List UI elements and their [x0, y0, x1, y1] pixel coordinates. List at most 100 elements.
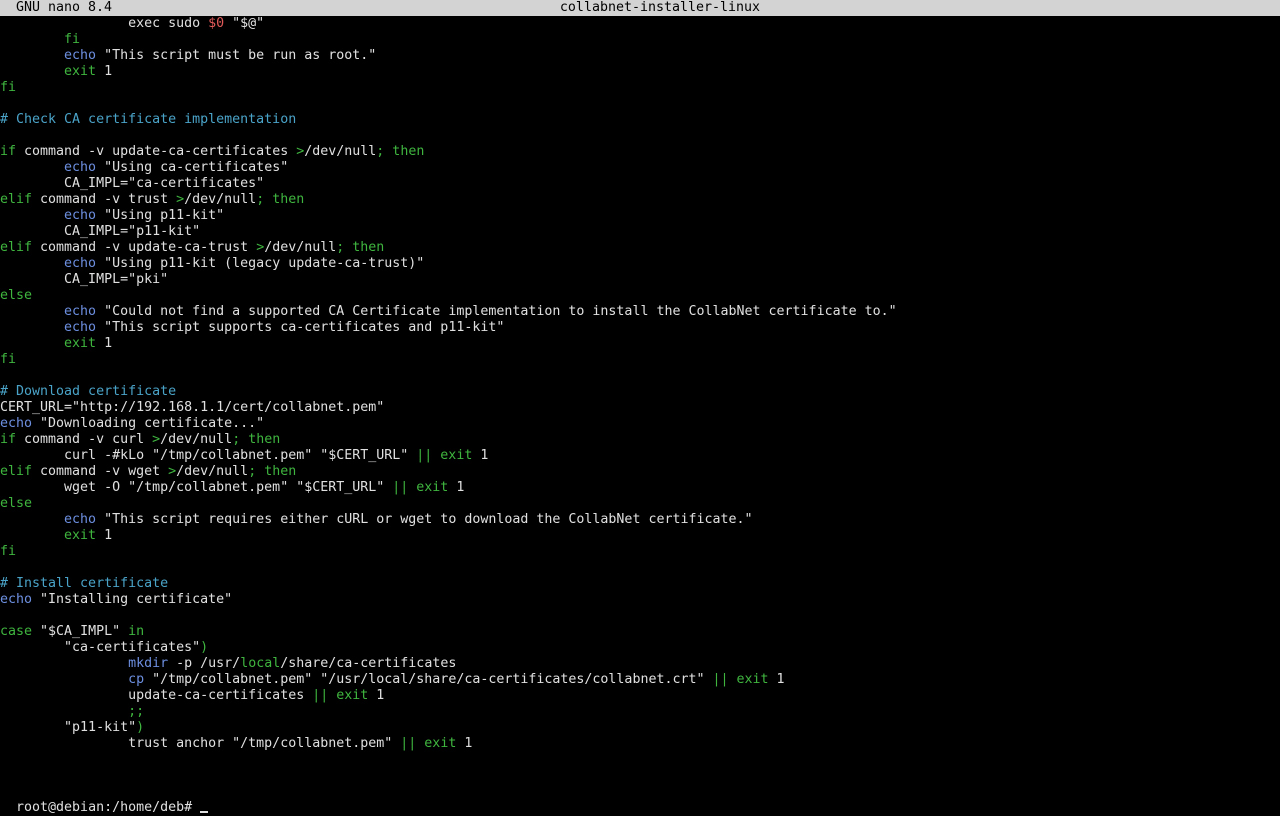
code-token: elif	[0, 464, 33, 479]
code-token: elif	[0, 240, 33, 255]
code-line: cp "/tmp/collabnet.pem" "/usr/local/shar…	[0, 672, 1280, 688]
code-token: exit	[408, 480, 449, 495]
code-token: else	[0, 288, 33, 303]
code-token: /dev/null	[184, 192, 257, 207]
code-token: /dev/null	[304, 144, 377, 159]
code-token: ; then	[376, 144, 425, 159]
code-line: # Install certificate	[0, 576, 1280, 592]
code-token: "/tmp/collabnet.pem" "/usr/local/share/c…	[144, 672, 713, 687]
code-token: 1	[448, 480, 465, 495]
code-line: exit 1	[0, 64, 1280, 80]
file-name-label: collabnet-installer-linux	[559, 0, 761, 15]
code-line: echo "This script must be run as root."	[0, 48, 1280, 64]
code-token: echo	[0, 512, 97, 527]
code-token: CA_IMPL="pki"	[0, 272, 169, 287]
code-token: if	[0, 432, 17, 447]
code-token: /dev/null	[264, 240, 337, 255]
code-line: CA_IMPL="pki"	[0, 272, 1280, 288]
code-token: 1	[96, 528, 113, 543]
code-line: CERT_URL="http://192.168.1.1/cert/collab…	[0, 400, 1280, 416]
code-token: cp	[0, 672, 145, 687]
code-token: 1	[96, 336, 113, 351]
code-token: exit	[416, 736, 457, 751]
code-token: command -v wget	[32, 464, 169, 479]
shell-prompt-line[interactable]: root@debian:/home/deb#	[0, 784, 209, 815]
code-token: ; then	[256, 192, 305, 207]
code-token: "$@"	[224, 16, 265, 31]
code-token: ||	[400, 736, 417, 751]
code-line: exit 1	[0, 336, 1280, 352]
code-line: elif command -v update-ca-trust >/dev/nu…	[0, 240, 1280, 256]
code-token: "p11-kit"	[0, 720, 137, 735]
code-token: 1	[768, 672, 785, 687]
code-token: elif	[0, 192, 33, 207]
code-token: fi	[0, 80, 17, 95]
code-line: exec sudo $0 "$@"	[0, 16, 1280, 32]
code-token: "This script supports ca-certificates an…	[96, 320, 505, 335]
code-token: "ca-certificates"	[0, 640, 201, 655]
code-token: echo	[0, 256, 97, 271]
code-token: ||	[392, 480, 409, 495]
code-token: "$CA_IMPL"	[32, 624, 129, 639]
code-line: elif command -v trust >/dev/null; then	[0, 192, 1280, 208]
code-token: /dev/null	[176, 464, 249, 479]
code-token: trust anchor "/tmp/collabnet.pem"	[0, 736, 401, 751]
code-token: CA_IMPL="p11-kit"	[0, 224, 201, 239]
code-line: exit 1	[0, 528, 1280, 544]
code-token: command -v update-ca-certificates	[16, 144, 297, 159]
code-token: ||	[712, 672, 729, 687]
code-token: )	[200, 640, 209, 655]
code-token: "This script requires either cURL or wge…	[96, 512, 753, 527]
code-line: CA_IMPL="p11-kit"	[0, 224, 1280, 240]
code-line: update-ca-certificates || exit 1	[0, 688, 1280, 704]
code-token: exit	[0, 64, 97, 79]
code-line: if command -v curl >/dev/null; then	[0, 432, 1280, 448]
code-line: elif command -v wget >/dev/null; then	[0, 464, 1280, 480]
code-token: fi	[0, 544, 17, 559]
code-token: /dev/null	[160, 432, 233, 447]
code-token: command -v trust	[32, 192, 177, 207]
code-token: 1	[368, 688, 385, 703]
code-token: "Downloading certificate..."	[32, 416, 265, 431]
code-token: exec sudo	[0, 16, 209, 31]
code-token: curl -#kLo "/tmp/collabnet.pem" "$CERT_U…	[0, 448, 417, 463]
code-line: case "$CA_IMPL" in	[0, 624, 1280, 640]
code-token: echo	[0, 320, 97, 335]
code-line: CA_IMPL="ca-certificates"	[0, 176, 1280, 192]
code-token: "Using ca-certificates"	[96, 160, 289, 175]
code-line: if command -v update-ca-certificates >/d…	[0, 144, 1280, 160]
code-token: # Check CA certificate implementation	[0, 112, 297, 127]
code-line: echo "Using p11-kit"	[0, 208, 1280, 224]
shell-prompt: root@debian:/home/deb#	[16, 800, 201, 815]
code-token: "Installing certificate"	[32, 592, 233, 607]
code-token: ; then	[336, 240, 385, 255]
code-token: echo	[0, 416, 33, 431]
text-cursor	[200, 811, 209, 813]
code-token: # Download certificate	[0, 384, 177, 399]
code-token: update-ca-certificates	[0, 688, 313, 703]
code-token: CA_IMPL="ca-certificates"	[0, 176, 265, 191]
code-line: mkdir -p /usr/local/share/ca-certificate…	[0, 656, 1280, 672]
code-token: wget -O "/tmp/collabnet.pem" "$CERT_URL"	[0, 480, 393, 495]
code-token: exit	[0, 528, 97, 543]
code-token: >	[152, 432, 161, 447]
code-token: 1	[456, 736, 473, 751]
code-token: /share/ca-certificates	[280, 656, 457, 671]
code-line: echo "Using ca-certificates"	[0, 160, 1280, 176]
code-token: CERT_URL="http://192.168.1.1/cert/collab…	[0, 400, 385, 415]
code-token: >	[256, 240, 265, 255]
code-line: fi	[0, 32, 1280, 48]
code-token: $0	[208, 16, 225, 31]
code-line: "ca-certificates")	[0, 640, 1280, 656]
code-token: echo	[0, 304, 97, 319]
editor-text-area[interactable]: exec sudo $0 "$@" fi echo "This script m…	[0, 16, 1280, 752]
code-token: mkdir	[0, 656, 169, 671]
code-line: fi	[0, 544, 1280, 560]
code-line: echo "Could not find a supported CA Cert…	[0, 304, 1280, 320]
nano-title-bar: GNU nano 8.4 collabnet-installer-linux	[0, 0, 1280, 16]
code-token: exit	[432, 448, 473, 463]
